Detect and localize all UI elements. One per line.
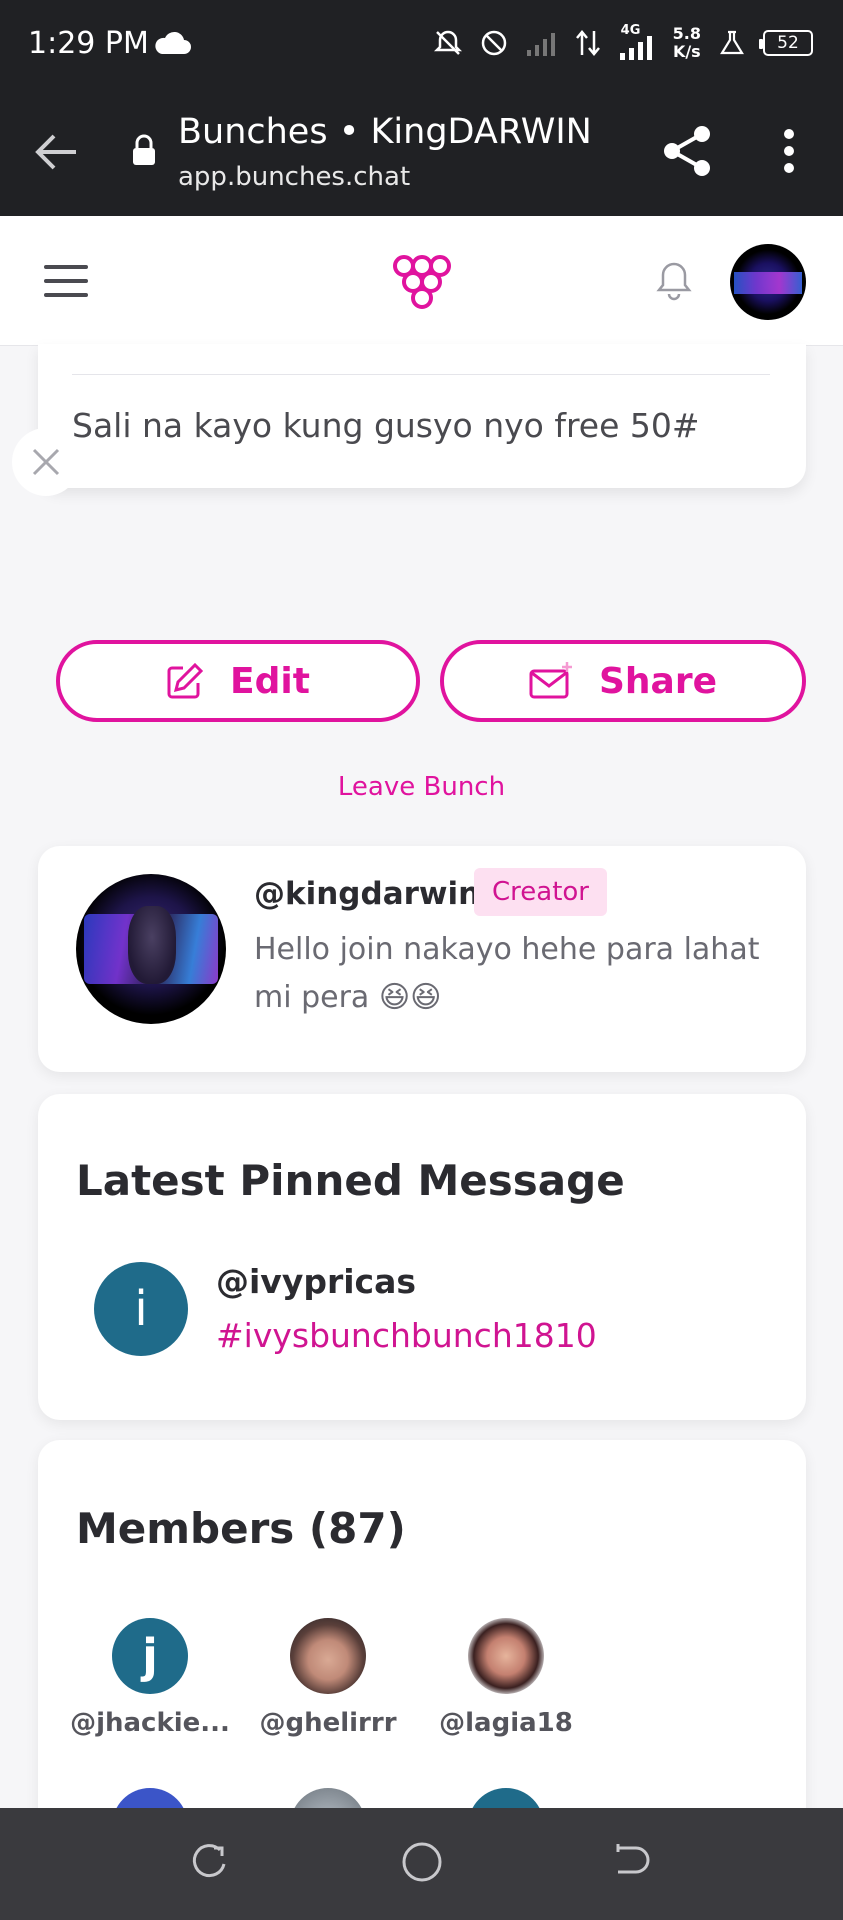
do-not-disturb-icon — [481, 30, 506, 56]
pinned-section-title: Latest Pinned Message — [76, 1156, 625, 1205]
pinned-tag-link[interactable]: #ivysbunchbunch1810 — [216, 1316, 597, 1355]
share-button[interactable]: Share — [440, 640, 806, 722]
recents-icon[interactable] — [190, 1840, 230, 1884]
share-icon[interactable] — [662, 124, 714, 178]
creator-card: @kingdarwin Creator Hello join nakayo he… — [38, 846, 806, 1072]
creator-badge: Creator — [474, 868, 607, 916]
browser-url[interactable]: app.bunches.chat — [178, 162, 410, 192]
user-avatar[interactable] — [730, 244, 806, 320]
bunch-message-card: Sali na kayo kung gusyo nyo free 50# — [38, 344, 806, 488]
lock-icon — [133, 134, 155, 165]
hamburger-menu-icon[interactable] — [44, 263, 88, 299]
edit-icon — [167, 662, 204, 699]
back-nav-icon[interactable] — [612, 1840, 652, 1884]
member-item[interactable]: @ghelirrr — [248, 1618, 408, 1738]
creator-avatar[interactable] — [76, 874, 226, 1024]
notifications-off-icon — [433, 30, 462, 55]
creator-bio: Hello join nakayo hehe para lahat mi per… — [254, 932, 760, 1015]
system-navigation-bar — [0, 1808, 843, 1920]
bunch-message-text: Sali na kayo kung gusyo nyo free 50# — [72, 406, 700, 445]
back-arrow-icon[interactable] — [32, 130, 80, 174]
status-time: 1:29 PM — [28, 26, 149, 61]
home-icon[interactable] — [400, 1840, 444, 1884]
members-section-title: Members (87) — [76, 1504, 406, 1553]
edit-button-label: Edit — [230, 660, 310, 702]
member-avatar — [468, 1618, 544, 1694]
browser-toolbar: Bunches • KingDARWIN app.bunches.chat — [0, 86, 843, 216]
member-name: @ghelirrr — [259, 1708, 397, 1738]
member-name: @lagia18 — [439, 1708, 573, 1738]
cloud-icon — [155, 31, 191, 54]
app-header — [0, 216, 843, 346]
flask-icon — [720, 30, 744, 55]
bell-icon[interactable] — [654, 260, 694, 302]
divider — [72, 374, 770, 375]
signal-4g-icon: 4G — [617, 23, 657, 61]
pinned-message-card: Latest Pinned Message i @ivypricas #ivys… — [38, 1094, 806, 1420]
member-item[interactable]: @lagia18 — [426, 1618, 586, 1738]
member-avatar — [290, 1618, 366, 1694]
bunches-logo-icon[interactable] — [392, 254, 452, 310]
close-icon — [32, 448, 60, 476]
leave-bunch-link[interactable]: Leave Bunch — [0, 772, 843, 802]
members-card: Members (87) j @jhackie... @ghelirrr @la… — [38, 1440, 806, 1864]
net-speed-value: 5.8 — [672, 24, 701, 43]
member-item[interactable]: j @jhackie... — [70, 1618, 230, 1738]
close-button[interactable] — [12, 428, 80, 496]
net-speed-unit: K/s — [672, 42, 701, 61]
member-name: @jhackie... — [70, 1708, 230, 1738]
status-bar: 1:29 PM 4G 5.8 K/s 52 — [0, 0, 843, 86]
pinned-avatar[interactable]: i — [94, 1262, 188, 1356]
member-avatar: j — [112, 1618, 188, 1694]
mail-sparkle-icon — [529, 662, 572, 699]
signal-weak-icon — [526, 33, 555, 56]
more-vertical-icon[interactable] — [776, 124, 802, 178]
status-icons: 4G 5.8 K/s 52 — [433, 20, 813, 66]
net-speed: 5.8 K/s — [673, 25, 701, 61]
browser-page-title[interactable]: Bunches • KingDARWIN — [178, 112, 592, 152]
edit-button[interactable]: Edit — [56, 640, 420, 722]
battery-indicator: 52 — [759, 30, 813, 56]
pinned-handle[interactable]: @ivypricas — [216, 1262, 416, 1301]
creator-handle[interactable]: @kingdarwin — [254, 876, 480, 912]
data-transfer-icon — [575, 30, 600, 56]
share-button-label: Share — [598, 660, 718, 702]
